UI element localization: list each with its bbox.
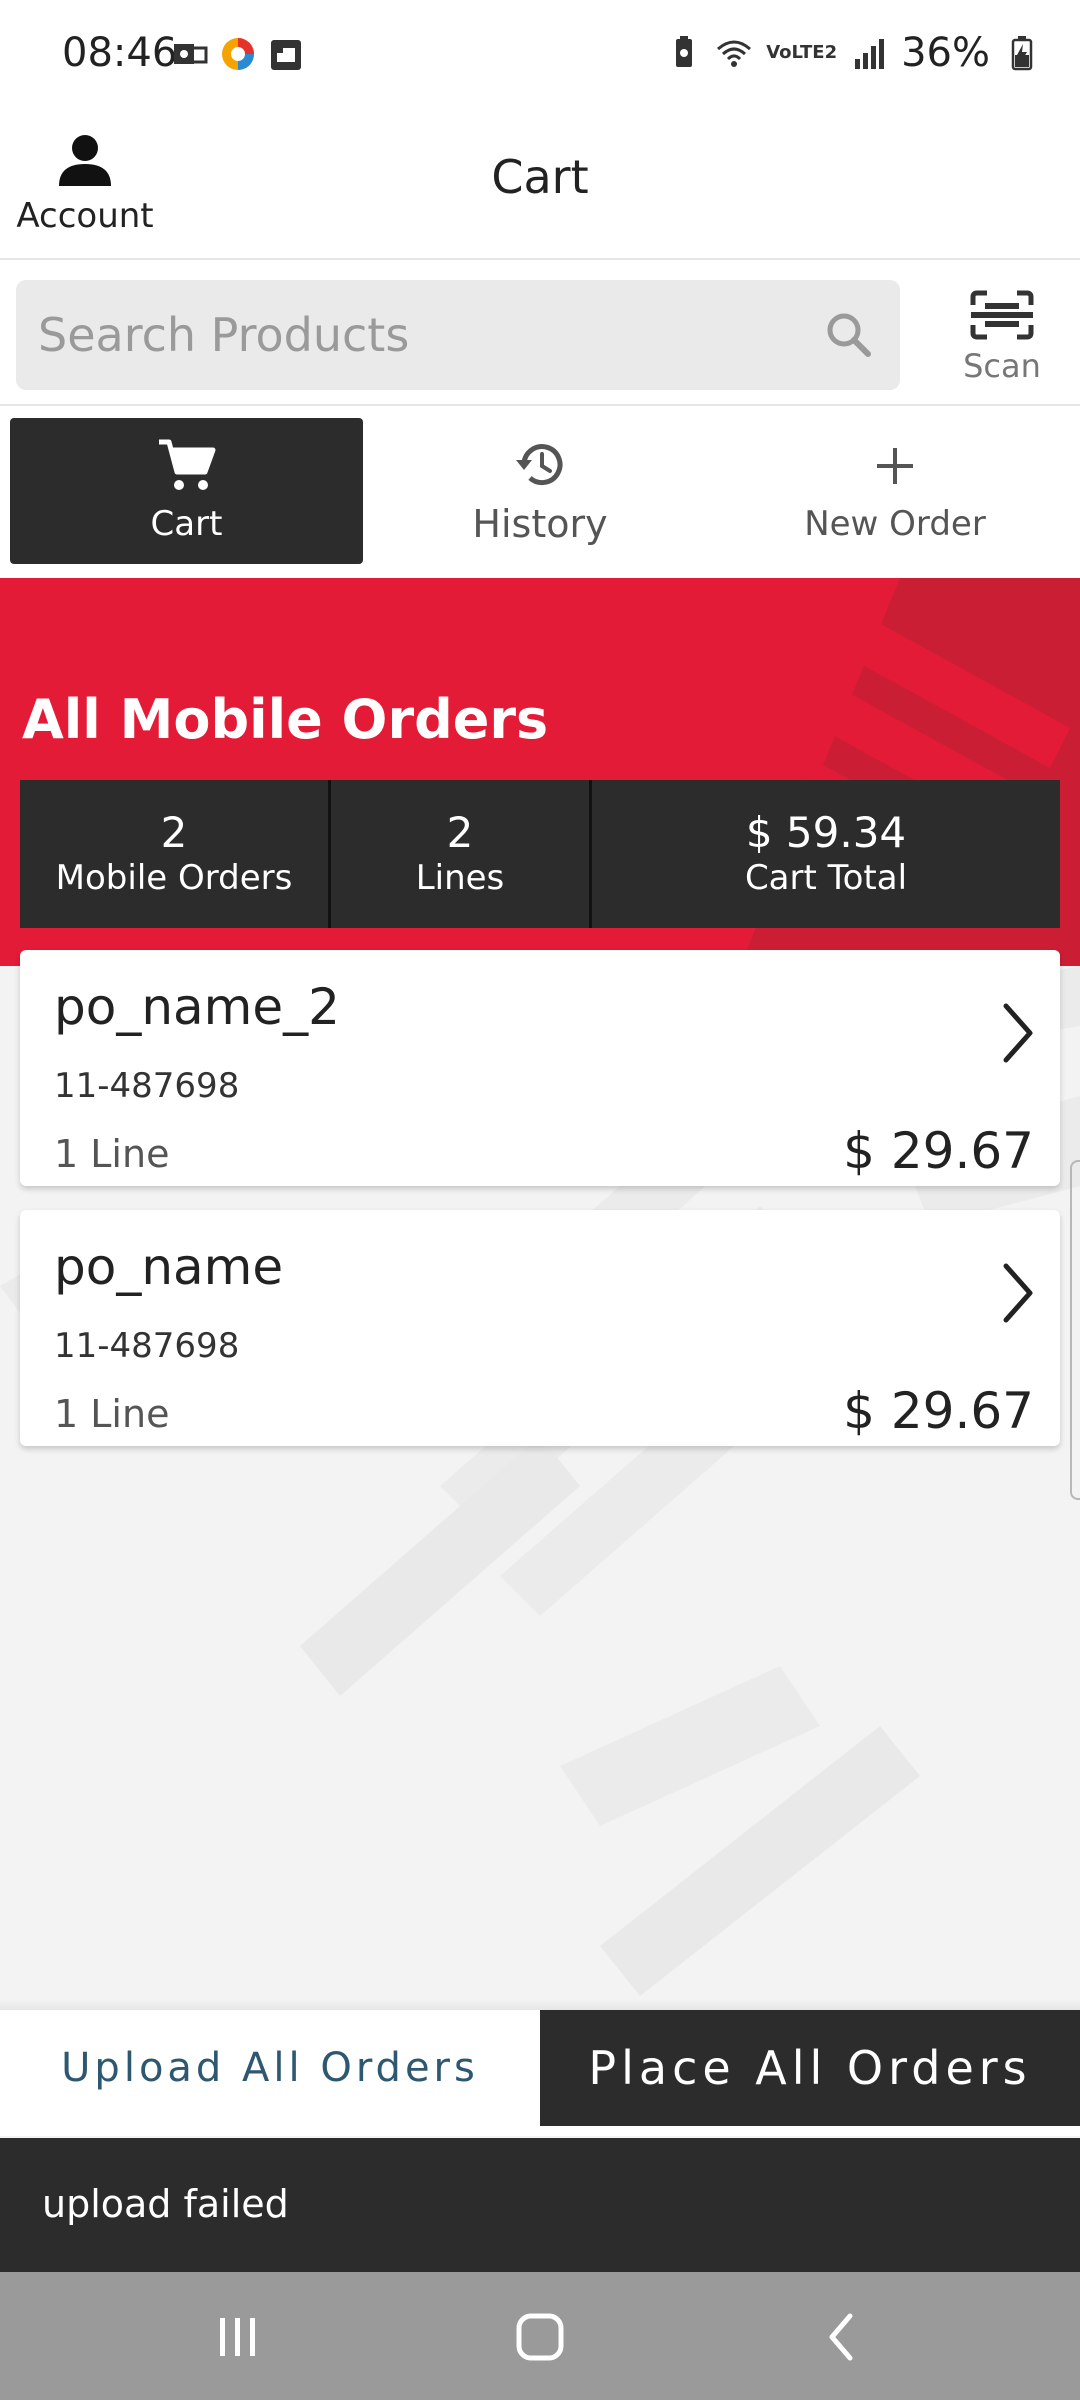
scan-label: Scan: [963, 347, 1041, 385]
order-number: 11-487698: [54, 1326, 240, 1366]
plus-icon: [877, 448, 913, 484]
tab-history[interactable]: History: [380, 418, 700, 564]
order-total: $ 29.67: [843, 1122, 1034, 1180]
stat-value: 2: [446, 807, 474, 857]
tab-bar: Cart History New Order: [0, 406, 1080, 578]
tab-cart-label: Cart: [150, 504, 223, 544]
chevron-right-icon: [1003, 1003, 1033, 1063]
status-time: 08:46: [62, 30, 178, 76]
app-colorful-icon: [222, 38, 254, 70]
system-nav-bar: [0, 2272, 1080, 2400]
search-input[interactable]: [36, 280, 816, 390]
app-bar: Account Cart: [0, 110, 1080, 260]
tab-cart[interactable]: Cart: [10, 418, 363, 564]
order-number: 11-487698: [54, 1066, 240, 1106]
volte-label: VoLTE2: [766, 42, 838, 63]
search-icon[interactable]: [824, 310, 874, 360]
stat-label: Lines: [415, 857, 505, 898]
status-bar: 08:46 VoLTE2 36%: [0, 0, 1080, 110]
stat-label: Cart Total: [744, 857, 908, 898]
stat-cart-total: $ 59.34 Cart Total: [592, 780, 1060, 928]
back-icon[interactable]: [812, 2310, 872, 2364]
stat-value: 2: [160, 807, 188, 857]
barcode-scan-icon: [970, 290, 1034, 340]
tab-new-order[interactable]: New Order: [730, 418, 1060, 564]
notification-icons: [172, 36, 304, 72]
tab-new-order-label: New Order: [804, 504, 986, 544]
snackbar: upload failed: [0, 2138, 1080, 2272]
scan-button[interactable]: Scan: [942, 282, 1062, 392]
order-stats: 2 Mobile Orders 2 Lines $ 59.34 Cart Tot…: [20, 780, 1060, 928]
cart-icon: [158, 439, 215, 490]
stat-label: Mobile Orders: [55, 857, 293, 898]
battery-percent: 36%: [901, 30, 990, 76]
search-box: [16, 280, 900, 390]
place-all-orders-button[interactable]: Place All Orders: [540, 2010, 1080, 2126]
order-lines: 1 Line: [54, 1392, 170, 1436]
home-icon[interactable]: [510, 2310, 570, 2364]
page-title: Cart: [491, 150, 589, 204]
tab-history-label: History: [472, 502, 608, 546]
chevron-right-icon: [1003, 1263, 1033, 1323]
status-right: VoLTE2 36%: [666, 30, 1040, 76]
history-icon: [516, 444, 563, 486]
search-row: Scan: [0, 260, 1080, 406]
recents-icon[interactable]: [208, 2310, 268, 2364]
upload-all-orders-button[interactable]: Upload All Orders: [0, 2010, 540, 2126]
order-name: po_name_2: [54, 978, 340, 1036]
order-lines: 1 Line: [54, 1132, 170, 1176]
stat-mobile-orders: 2 Mobile Orders: [20, 780, 328, 928]
wifi-icon: [717, 40, 752, 67]
order-card[interactable]: po_name 11-487698 1 Line $ 29.67: [20, 1210, 1060, 1446]
action-bar: Upload All Orders Place All Orders: [0, 2010, 1080, 2136]
battery-saver-icon: [676, 36, 693, 67]
scrollbar[interactable]: [1070, 1160, 1080, 1500]
stat-lines: 2 Lines: [331, 780, 589, 928]
order-total: $ 29.67: [843, 1382, 1034, 1440]
snackbar-message: upload failed: [42, 2182, 289, 2226]
banner-title: All Mobile Orders: [22, 688, 549, 751]
order-name: po_name: [54, 1238, 284, 1296]
calendar-app-icon: [271, 40, 301, 70]
order-card[interactable]: po_name_2 11-487698 1 Line $ 29.67: [20, 950, 1060, 1186]
battery-charging-icon: [1011, 36, 1033, 71]
outlook-icon: [174, 44, 208, 64]
stat-value: $ 59.34: [745, 807, 907, 857]
signal-icon: [855, 39, 885, 69]
orders-banner: All Mobile Orders 2 Mobile Orders 2 Line…: [0, 578, 1080, 966]
